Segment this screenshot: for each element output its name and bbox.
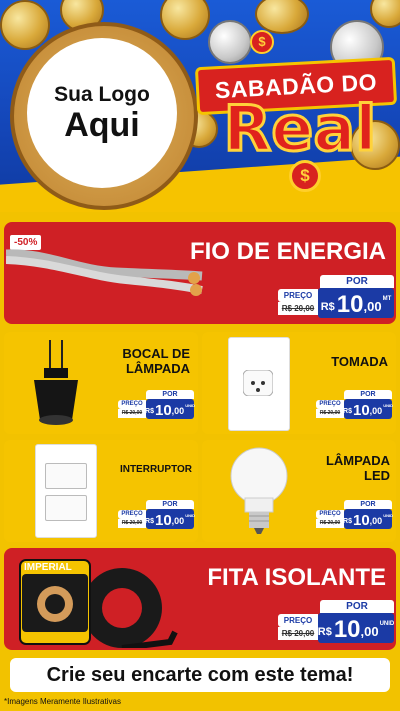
coin-icon — [0, 0, 50, 50]
coin-icon — [160, 0, 210, 40]
switch-key-icon — [45, 495, 87, 521]
por-label: POR — [344, 390, 392, 399]
product-title: FITA ISOLANTE — [207, 564, 386, 591]
price-unit: UNID — [185, 513, 195, 518]
old-price: R$ 20,00 — [316, 409, 344, 418]
price-cents: ,00 — [171, 516, 185, 526]
old-price: R$ 20,00 — [316, 519, 344, 528]
currency: R$ — [320, 301, 335, 313]
preco-label: PREÇO — [278, 289, 318, 302]
product-title: INTERRUPTOR — [119, 464, 192, 475]
currency: R$ — [145, 408, 154, 415]
dollar-icon: $ — [250, 30, 274, 54]
currency: R$ — [317, 626, 332, 638]
new-price: R$ 10 ,00 UNID — [145, 509, 195, 529]
footer-cta: Crie seu encarte com este tema! — [10, 658, 390, 692]
product-title: LÂMPADA LED — [325, 453, 390, 483]
switch-image — [35, 444, 97, 538]
price-cents: ,00 — [369, 406, 383, 416]
price-integer: 10 — [154, 512, 172, 529]
price-tag: POR PREÇO R$ 20,00 R$ 10 ,00 UNID — [118, 500, 195, 530]
preco-label: PREÇO — [118, 510, 146, 519]
logo-line2: Aqui — [64, 106, 140, 144]
price-tag: POR PREÇO R$ 20,00 R$ 10 ,00 UNID — [118, 390, 195, 420]
price-unit: MT — [382, 296, 392, 302]
price-cents: ,00 — [171, 406, 185, 416]
currency: R$ — [145, 518, 154, 525]
price-unit: UNID — [383, 513, 393, 518]
old-price: R$ 20,00 — [278, 302, 318, 315]
tape-brand-label: IMPERIAL — [24, 562, 72, 573]
price-cents: ,00 — [369, 516, 383, 526]
price-unit: UNID — [379, 621, 395, 627]
por-label: POR — [344, 500, 392, 509]
por-label: POR — [146, 390, 194, 399]
por-label: POR — [320, 275, 394, 288]
por-label: POR — [320, 600, 394, 613]
product-title: FIO DE ENERGIA — [189, 238, 386, 265]
price-integer: 10 — [333, 616, 361, 643]
preco-label: PREÇO — [118, 400, 146, 409]
price-tag: POR PREÇO R$ 20,00 R$ 10 ,00 UNID — [316, 390, 393, 420]
led-bulb-image — [230, 447, 288, 534]
new-price: R$ 10 ,00 UNID — [343, 509, 393, 529]
lamp-socket-image — [34, 340, 78, 425]
old-price: R$ 20,00 — [278, 627, 318, 640]
price-tag: POR PREÇO R$ 20,00 R$ 10 ,00 UNID — [278, 600, 394, 644]
preco-label: PREÇO — [316, 400, 344, 409]
new-price: R$ 10 ,00 UNID — [145, 399, 195, 419]
logo-line1: Sua Logo — [54, 83, 150, 106]
new-price: R$ 10 ,00 MT — [318, 288, 394, 318]
disclaimer-note: *Imagens Meramente Ilustrativas — [4, 697, 121, 706]
product-title: BOCAL DE LÂMPADA — [122, 346, 190, 376]
por-label: POR — [146, 500, 194, 509]
outlet-socket-icon — [243, 370, 273, 396]
product-title: TOMADA — [331, 354, 388, 369]
old-price: R$ 20,00 — [118, 409, 146, 418]
price-unit: UNID — [185, 403, 195, 408]
price-integer: 10 — [154, 402, 172, 419]
currency: R$ — [343, 408, 352, 415]
logo-placeholder: Sua Logo Aqui — [27, 38, 177, 188]
brand-title-main: Real — [222, 91, 378, 167]
preco-label: PREÇO — [316, 510, 344, 519]
coin-icon — [255, 0, 309, 34]
price-cents: ,00 — [363, 299, 382, 314]
price-unit: UNID — [383, 403, 393, 408]
dollar-icon: $ — [289, 160, 321, 192]
old-price: R$ 20,00 — [118, 519, 146, 528]
wire-image — [6, 249, 203, 296]
switch-key-icon — [45, 463, 87, 489]
preco-label: PREÇO — [278, 614, 318, 627]
price-cents: ,00 — [360, 624, 379, 639]
currency: R$ — [343, 518, 352, 525]
price-tag: POR PREÇO R$ 20,00 R$ 10 ,00 UNID — [316, 500, 393, 530]
price-tag: POR PREÇO R$ 20,00 R$ 10 ,00 MT — [278, 275, 394, 319]
coin-icon — [370, 0, 400, 28]
price-integer: 10 — [336, 291, 364, 318]
new-price: R$ 10 ,00 UNID — [318, 613, 394, 643]
price-integer: 10 — [352, 402, 370, 419]
coin-icon — [208, 20, 252, 64]
new-price: R$ 10 ,00 UNID — [343, 399, 393, 419]
price-integer: 10 — [352, 512, 370, 529]
